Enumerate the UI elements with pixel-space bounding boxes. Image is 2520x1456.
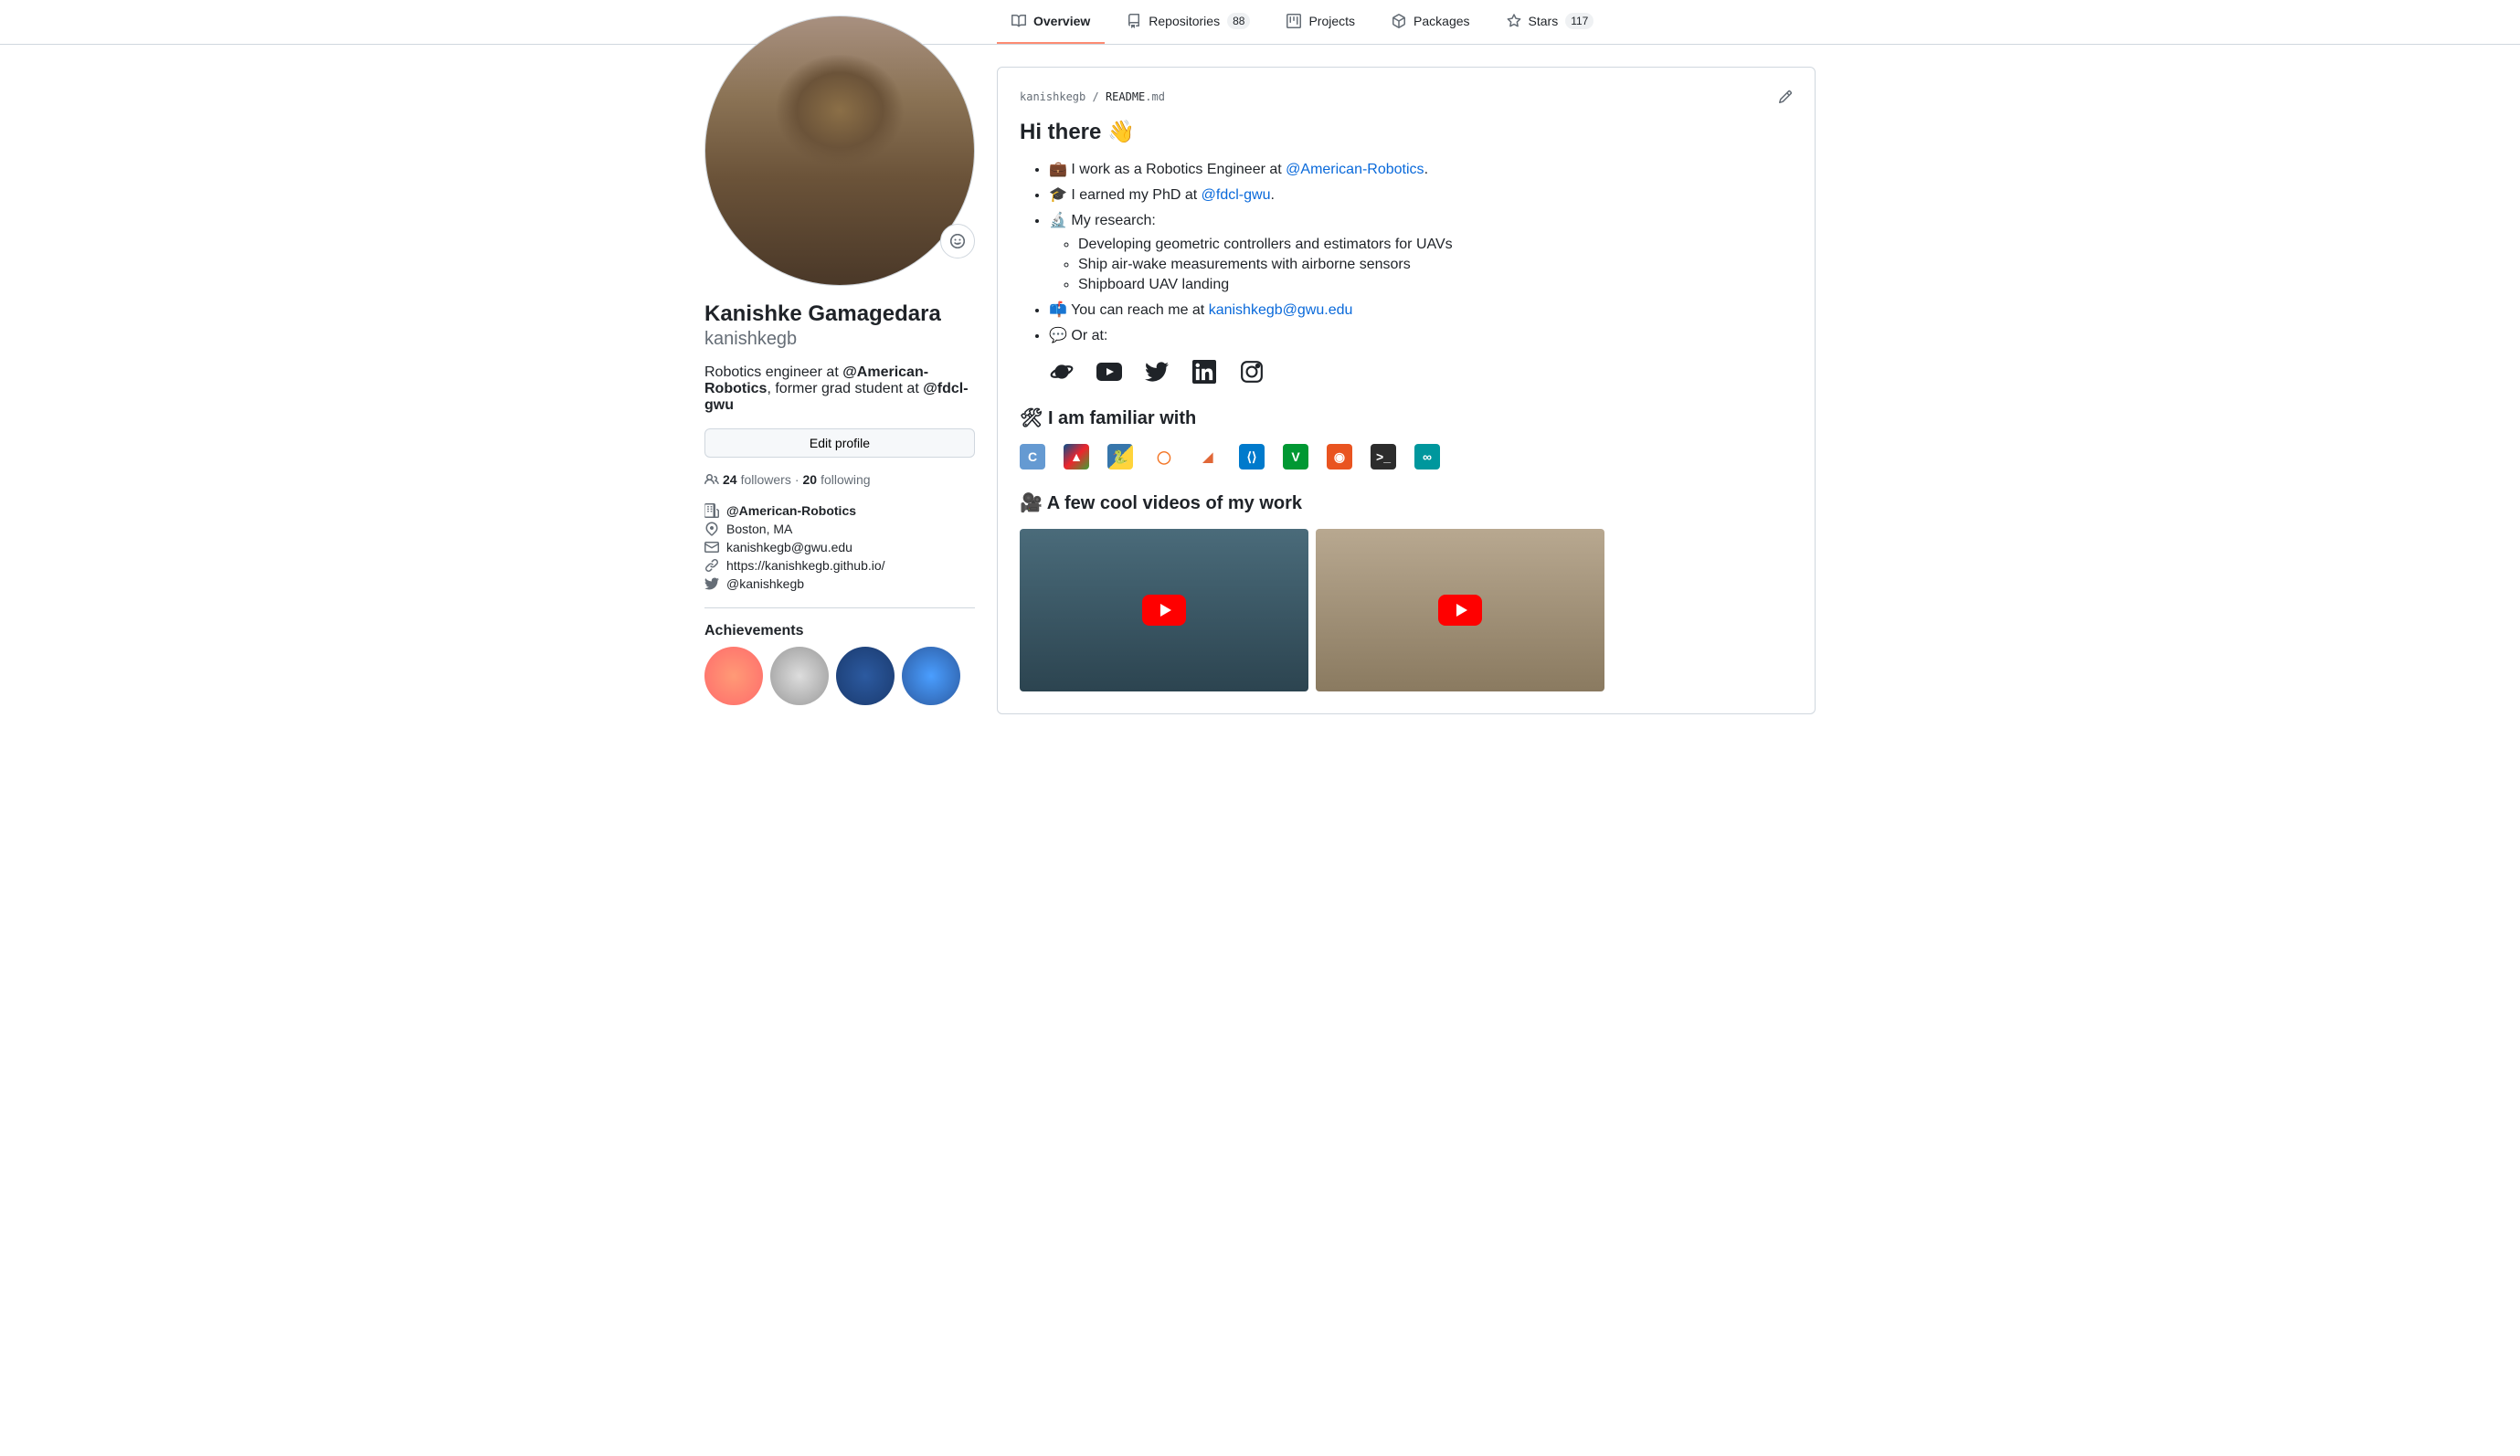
smiley-icon (950, 234, 965, 248)
edit-profile-button[interactable]: Edit profile (704, 428, 975, 458)
tab-packages[interactable]: Packages (1377, 0, 1484, 44)
readme-panel: kanishkegb / README.md Hi there 👋 💼 I wo… (997, 67, 1816, 714)
star-icon (1507, 14, 1521, 28)
profile-sidebar: Kanishke Gamagedara kanishkegb Robotics … (704, 16, 975, 714)
readme-heading-hi: Hi there 👋 (1020, 119, 1793, 145)
follow-stats[interactable]: 24 followers · 20 following (704, 472, 975, 487)
link-american-robotics[interactable]: @American-Robotics (1286, 162, 1424, 177)
readme-heading-familiar: 🛠 I am familiar with (1020, 406, 1793, 429)
readme-list-item: 🔬 My research: Developing geometric cont… (1049, 211, 1793, 293)
achievement-badge[interactable] (704, 647, 763, 705)
tool-arduino-icon[interactable]: ∞ (1414, 444, 1440, 470)
tool-python-icon[interactable]: 🐍 (1107, 444, 1133, 470)
readme-list-item: 💼 I work as a Robotics Engineer at @Amer… (1049, 160, 1793, 178)
package-icon (1392, 14, 1406, 28)
tool-jupyter-icon[interactable]: ◯ (1151, 444, 1177, 470)
organization-icon (704, 503, 719, 518)
profile-fullname: Kanishke Gamagedara (704, 301, 975, 328)
readme-path: kanishkegb / README.md (1020, 90, 1165, 103)
main-content: kanishkegb / README.md Hi there 👋 💼 I wo… (997, 45, 1816, 714)
instagram-icon[interactable] (1239, 359, 1265, 385)
readme-heading-videos: 🎥 A few cool videos of my work (1020, 491, 1793, 514)
detail-email[interactable]: kanishkegb@gwu.edu (704, 538, 975, 556)
book-icon (1011, 14, 1026, 28)
tab-projects[interactable]: Projects (1272, 0, 1370, 44)
achievement-badge[interactable] (770, 647, 829, 705)
youtube-icon[interactable] (1096, 359, 1122, 385)
tab-repositories[interactable]: Repositories 88 (1112, 0, 1265, 44)
avatar[interactable] (704, 16, 975, 286)
tab-stars[interactable]: Stars 117 (1492, 0, 1609, 44)
play-icon (1142, 595, 1186, 626)
project-icon (1286, 14, 1301, 28)
repo-icon (1127, 14, 1141, 28)
profile-tabs: Overview Repositories 88 Projects Packag… (997, 0, 1608, 44)
detail-twitter[interactable]: @kanishkegb (704, 575, 975, 593)
linkedin-icon[interactable] (1191, 359, 1217, 385)
tool-vscode-icon[interactable]: ⟨⟩ (1239, 444, 1265, 470)
tool-cmake-icon[interactable]: ▲ (1064, 444, 1089, 470)
tool-matlab-icon[interactable]: ◢ (1195, 444, 1221, 470)
twitter-icon (704, 576, 719, 591)
detail-location: Boston, MA (704, 520, 975, 538)
profile-username: kanishkegb (704, 328, 975, 350)
tool-cpp-icon[interactable]: C (1020, 444, 1045, 470)
edit-readme-button[interactable] (1778, 90, 1793, 104)
achievements-list (704, 647, 975, 705)
readme-list-item: 📫 You can reach me at kanishkegb@gwu.edu (1049, 301, 1793, 319)
set-status-button[interactable] (940, 224, 975, 258)
link-icon (704, 558, 719, 573)
tool-terminal-icon[interactable]: >_ (1371, 444, 1396, 470)
achievement-badge[interactable] (836, 647, 895, 705)
tool-vim-icon[interactable]: V (1283, 444, 1308, 470)
mail-icon (704, 540, 719, 554)
achievements-heading: Achievements (704, 623, 975, 639)
tool-ubuntu-icon[interactable]: ◉ (1327, 444, 1352, 470)
twitter-icon[interactable] (1144, 359, 1170, 385)
readme-list-item: 🎓 I earned my PhD at @fdcl-gwu. (1049, 185, 1793, 204)
profile-bio: Robotics engineer at @American-Robotics,… (704, 364, 975, 414)
achievement-badge[interactable] (902, 647, 960, 705)
detail-website[interactable]: https://kanishkegb.github.io/ (704, 556, 975, 575)
tools-list: C ▲ 🐍 ◯ ◢ ⟨⟩ V ◉ >_ ∞ (1020, 444, 1793, 470)
link-email[interactable]: kanishkegb@gwu.edu (1209, 302, 1353, 318)
play-icon (1438, 595, 1482, 626)
social-links (1020, 359, 1793, 385)
video-thumbnail[interactable] (1316, 529, 1604, 691)
location-icon (704, 522, 719, 536)
link-fdcl-gwu[interactable]: @fdcl-gwu (1202, 187, 1271, 203)
detail-company[interactable]: @American-Robotics (704, 501, 975, 520)
video-thumbnail[interactable] (1020, 529, 1308, 691)
tab-overview[interactable]: Overview (997, 0, 1105, 44)
people-icon (704, 472, 719, 487)
planet-icon[interactable] (1049, 359, 1075, 385)
readme-list-item: 💬 Or at: (1049, 326, 1793, 344)
